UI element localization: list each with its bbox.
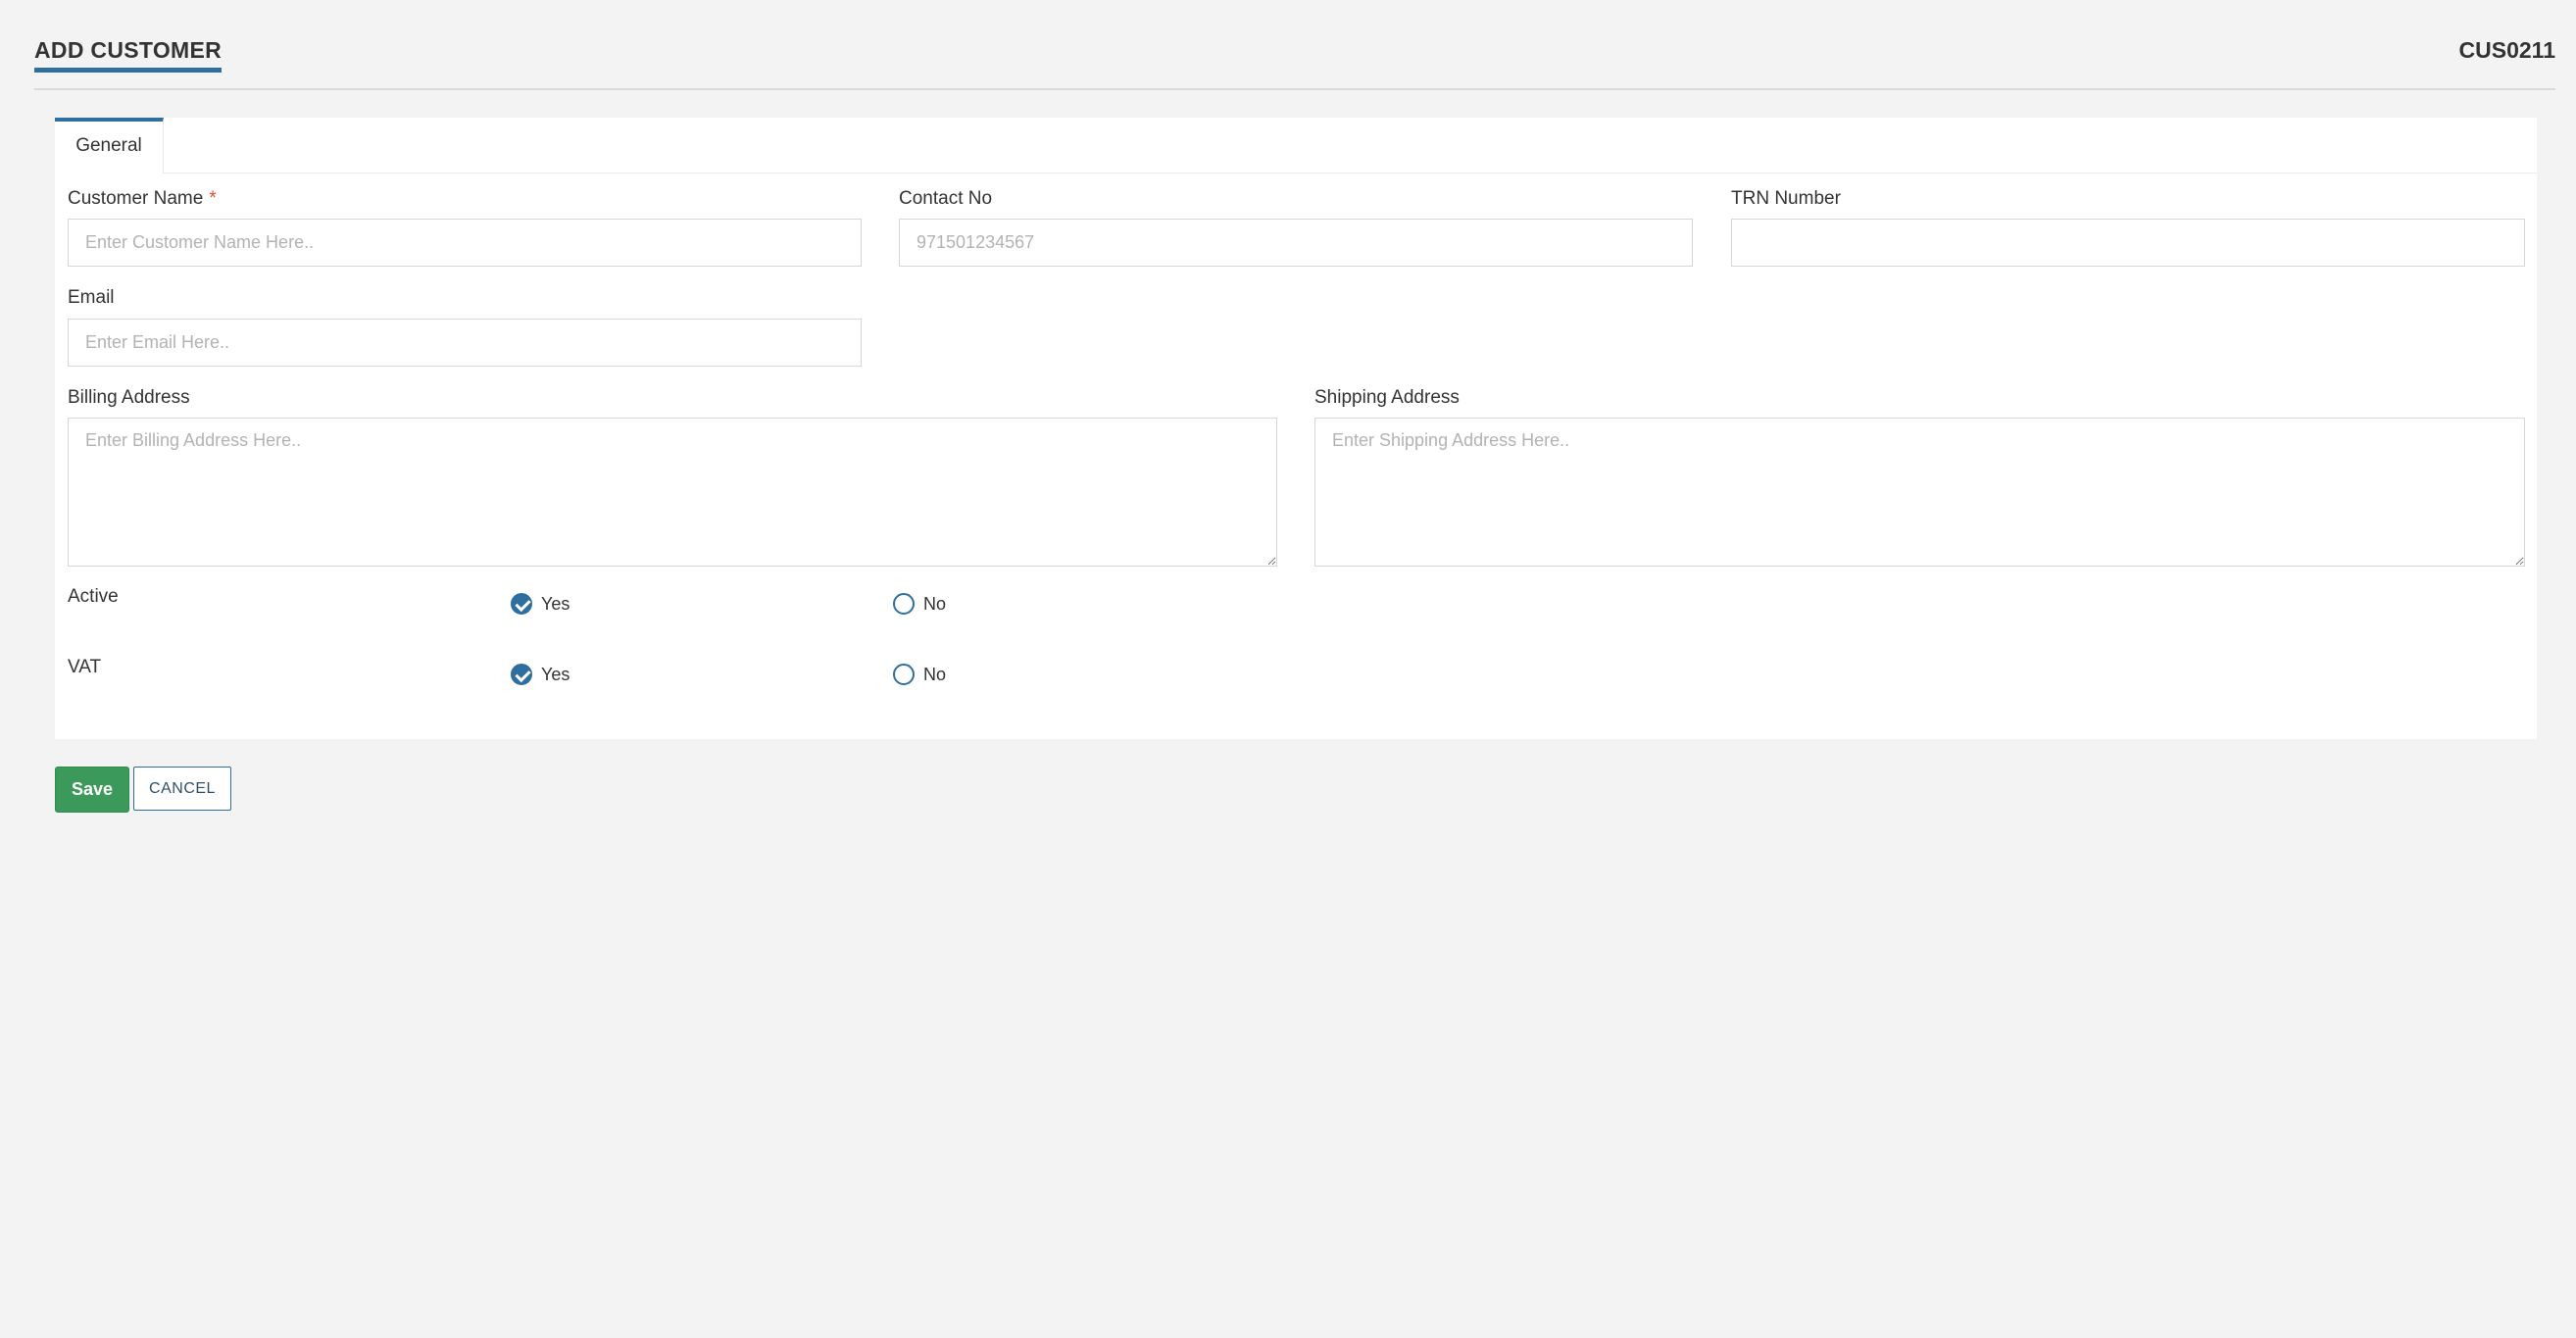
- vat-yes-option[interactable]: Yes: [511, 664, 570, 685]
- email-label: Email: [68, 287, 115, 308]
- vat-label: VAT: [68, 657, 102, 677]
- active-yes-radio[interactable]: [511, 593, 532, 615]
- vat-no-label: No: [923, 664, 947, 684]
- contact-no-label: Contact No: [899, 188, 993, 209]
- active-label: Active: [68, 586, 119, 607]
- trn-number-input[interactable]: [1731, 219, 2525, 267]
- active-no-option[interactable]: No: [893, 593, 946, 615]
- vat-yes-label: Yes: [541, 664, 570, 684]
- active-no-label: No: [923, 593, 947, 614]
- cancel-button[interactable]: CANCEL: [133, 767, 231, 811]
- active-yes-label: Yes: [541, 593, 570, 614]
- contact-no-input[interactable]: [899, 219, 1693, 267]
- customer-code: CUS0211: [2458, 37, 2555, 63]
- save-button[interactable]: Save: [55, 767, 129, 813]
- vat-yes-radio[interactable]: [511, 664, 532, 685]
- shipping-address-label: Shipping Address: [1314, 387, 1460, 408]
- page-title: ADD CUSTOMER: [34, 37, 223, 73]
- email-input[interactable]: [68, 319, 862, 367]
- billing-address-textarea[interactable]: [68, 418, 1277, 567]
- customer-name-input[interactable]: [68, 219, 862, 267]
- vat-no-option[interactable]: No: [893, 664, 946, 685]
- tab-bar: General: [55, 118, 2537, 173]
- billing-address-label: Billing Address: [68, 387, 190, 408]
- shipping-address-textarea[interactable]: [1314, 418, 2525, 567]
- trn-number-label: TRN Number: [1731, 188, 1841, 209]
- customer-form: General Customer Name* Contact No TRN Nu…: [55, 118, 2537, 739]
- page-header: ADD CUSTOMER CUS0211: [34, 0, 2555, 90]
- vat-no-radio[interactable]: [893, 664, 915, 685]
- active-no-radio[interactable]: [893, 593, 915, 615]
- required-marker: *: [209, 188, 217, 209]
- customer-name-label-text: Customer Name: [68, 188, 204, 209]
- tab-general[interactable]: General: [55, 118, 164, 173]
- customer-name-label: Customer Name *: [68, 188, 217, 210]
- active-yes-option[interactable]: Yes: [511, 593, 570, 615]
